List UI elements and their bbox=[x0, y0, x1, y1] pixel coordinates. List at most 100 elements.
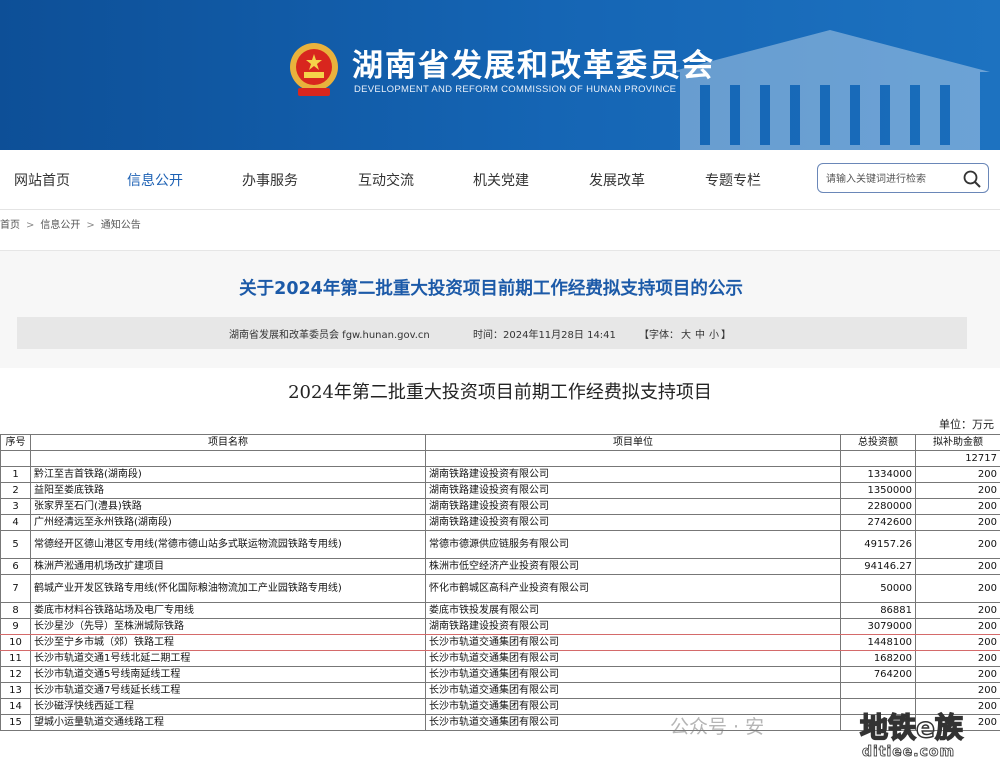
row-total-investment: 94146.27 bbox=[841, 559, 916, 575]
table-row: 2益阳至娄底铁路湖南铁路建设投资有限公司1350000200 bbox=[1, 483, 1000, 499]
breadcrumb-home[interactable]: 首页 bbox=[0, 216, 20, 231]
nav-home[interactable]: 网站首页 bbox=[14, 170, 70, 190]
row-number: 12 bbox=[1, 667, 31, 683]
breadcrumb-notices[interactable]: 通知公告 bbox=[101, 216, 141, 231]
table-row: 15望城小运量轨道交通线路工程长沙市轨道交通集团有限公司200 bbox=[1, 715, 1000, 731]
row-subsidy: 200 bbox=[916, 635, 1000, 651]
table-row: 9长沙星沙（先导）至株洲城际铁路湖南铁路建设投资有限公司3079000200 bbox=[1, 619, 1000, 635]
search-icon[interactable] bbox=[962, 169, 982, 189]
project-table: 序号 项目名称 项目单位 总投资额 拟补助金额 12717 1黔江至吉首铁路(湖… bbox=[0, 434, 1000, 731]
total-subsidy: 12717 bbox=[916, 451, 1000, 467]
row-total-investment: 1350000 bbox=[841, 483, 916, 499]
header-banner: 湖南省发展和改革委员会 DEVELOPMENT AND REFORM COMMI… bbox=[0, 0, 1000, 150]
site-subtitle: DEVELOPMENT AND REFORM COMMISSION OF HUN… bbox=[354, 84, 676, 95]
row-project-name: 株洲芦淞通用机场改扩建项目 bbox=[31, 559, 426, 575]
row-total-investment bbox=[841, 683, 916, 699]
row-project-name: 张家界至石门(澧县)铁路 bbox=[31, 499, 426, 515]
row-subsidy: 200 bbox=[916, 483, 1000, 499]
row-total-investment: 1334000 bbox=[841, 467, 916, 483]
row-total-investment: 86881 bbox=[841, 603, 916, 619]
row-number: 4 bbox=[1, 515, 31, 531]
row-total-investment: 168200 bbox=[841, 651, 916, 667]
row-total-investment: 2742600 bbox=[841, 515, 916, 531]
row-project-unit: 湖南铁路建设投资有限公司 bbox=[426, 499, 841, 515]
row-project-name: 益阳至娄底铁路 bbox=[31, 483, 426, 499]
row-number: 6 bbox=[1, 559, 31, 575]
row-subsidy: 200 bbox=[916, 651, 1000, 667]
table-row: 4广州经清远至永州铁路(湖南段)湖南铁路建设投资有限公司2742600200 bbox=[1, 515, 1000, 531]
table-row: 13长沙市轨道交通7号线延长线工程长沙市轨道交通集团有限公司200 bbox=[1, 683, 1000, 699]
row-number: 9 bbox=[1, 619, 31, 635]
row-project-unit: 长沙市轨道交通集团有限公司 bbox=[426, 683, 841, 699]
row-project-name: 常德经开区德山港区专用线(常德市德山站多式联运物流园铁路专用线) bbox=[31, 531, 426, 559]
breadcrumb: 首页>信息公开>通知公告 bbox=[0, 216, 141, 234]
unit-label: 单位：万元 bbox=[939, 416, 994, 432]
row-project-unit: 长沙市轨道交通集团有限公司 bbox=[426, 699, 841, 715]
row-number: 10 bbox=[1, 635, 31, 651]
row-project-name: 鹤城产业开发区铁路专用线(怀化国际粮油物流加工产业园铁路专用线) bbox=[31, 575, 426, 603]
article-title: 关于2024年第二批重大投资项目前期工作经费拟支持项目的公示 bbox=[0, 275, 982, 300]
nav-development-reform[interactable]: 发展改革 bbox=[589, 170, 645, 190]
search-input[interactable] bbox=[826, 170, 956, 188]
row-number: 11 bbox=[1, 651, 31, 667]
column-header-total-investment: 总投资额 bbox=[841, 435, 916, 451]
row-project-name: 长沙市轨道交通5号线南延线工程 bbox=[31, 667, 426, 683]
nav-party-building[interactable]: 机关党建 bbox=[473, 170, 529, 190]
row-number: 13 bbox=[1, 683, 31, 699]
table-row: 10长沙至宁乡市城（郊）铁路工程长沙市轨道交通集团有限公司1448100200 bbox=[1, 635, 1000, 651]
total-row-cell bbox=[31, 451, 426, 467]
row-subsidy: 200 bbox=[916, 515, 1000, 531]
table-row: 1黔江至吉首铁路(湖南段)湖南铁路建设投资有限公司1334000200 bbox=[1, 467, 1000, 483]
ditiee-logo-watermark: 地铁e族 ditiee.com bbox=[852, 706, 996, 764]
row-number: 3 bbox=[1, 499, 31, 515]
search-box bbox=[817, 163, 989, 193]
row-project-name: 广州经清远至永州铁路(湖南段) bbox=[31, 515, 426, 531]
site-title: 湖南省发展和改革委员会 bbox=[352, 40, 715, 85]
row-project-unit: 常德市德源供应链服务有限公司 bbox=[426, 531, 841, 559]
row-project-unit: 娄底市铁投发展有限公司 bbox=[426, 603, 841, 619]
column-header-project-unit: 项目单位 bbox=[426, 435, 841, 451]
wechat-watermark: 公众号 · 安 bbox=[670, 712, 764, 739]
row-total-investment: 1448100 bbox=[841, 635, 916, 651]
table-row: 6株洲芦淞通用机场改扩建项目株洲市低空经济产业投资有限公司94146.27200 bbox=[1, 559, 1000, 575]
row-project-unit: 株洲市低空经济产业投资有限公司 bbox=[426, 559, 841, 575]
nav-services[interactable]: 办事服务 bbox=[242, 170, 298, 190]
row-subsidy: 200 bbox=[916, 559, 1000, 575]
total-row-cell bbox=[841, 451, 916, 467]
row-number: 1 bbox=[1, 467, 31, 483]
row-number: 14 bbox=[1, 699, 31, 715]
row-subsidy: 200 bbox=[916, 575, 1000, 603]
document-image: 2024年第二批重大投资项目前期工作经费拟支持项目 单位：万元 序号 项目名称 … bbox=[0, 368, 1000, 769]
font-size-large-button[interactable]: 大 bbox=[681, 330, 691, 341]
row-subsidy: 200 bbox=[916, 603, 1000, 619]
font-size-medium-button[interactable]: 中 bbox=[695, 330, 705, 341]
nav-interaction[interactable]: 互动交流 bbox=[358, 170, 414, 190]
logo-url: ditiee.com bbox=[862, 744, 955, 760]
font-size-label: 【字体： bbox=[639, 330, 679, 341]
column-header-subsidy: 拟补助金额 bbox=[916, 435, 1000, 451]
row-subsidy: 200 bbox=[916, 667, 1000, 683]
table-row: 14长沙磁浮快线西延工程长沙市轨道交通集团有限公司200 bbox=[1, 699, 1000, 715]
nav-special-topics[interactable]: 专题专栏 bbox=[705, 170, 761, 190]
row-subsidy: 200 bbox=[916, 619, 1000, 635]
nav-info-disclosure[interactable]: 信息公开 bbox=[127, 170, 183, 190]
row-number: 5 bbox=[1, 531, 31, 559]
article-source: 湖南省发展和改革委员会 fgw.hunan.gov.cn bbox=[229, 326, 430, 341]
breadcrumb-info-disclosure[interactable]: 信息公开 bbox=[40, 216, 80, 231]
row-total-investment: 764200 bbox=[841, 667, 916, 683]
row-project-name: 黔江至吉首铁路(湖南段) bbox=[31, 467, 426, 483]
font-size-small-button[interactable]: 小 bbox=[709, 330, 719, 341]
row-project-unit: 长沙市轨道交通集团有限公司 bbox=[426, 635, 841, 651]
table-row: 3张家界至石门(澧县)铁路湖南铁路建设投资有限公司2280000200 bbox=[1, 499, 1000, 515]
article-meta-bar: 湖南省发展和改革委员会 fgw.hunan.gov.cn 时间：2024年11月… bbox=[17, 317, 967, 349]
row-project-name: 长沙市轨道交通1号线北延二期工程 bbox=[31, 651, 426, 667]
row-project-unit: 长沙市轨道交通集团有限公司 bbox=[426, 715, 841, 731]
row-subsidy: 200 bbox=[916, 499, 1000, 515]
table-row: 7鹤城产业开发区铁路专用线(怀化国际粮油物流加工产业园铁路专用线)怀化市鹤城区高… bbox=[1, 575, 1000, 603]
logo-text: 地铁e族 bbox=[860, 706, 963, 746]
row-number: 2 bbox=[1, 483, 31, 499]
row-project-unit: 湖南铁路建设投资有限公司 bbox=[426, 467, 841, 483]
row-total-investment: 2280000 bbox=[841, 499, 916, 515]
row-project-unit: 湖南铁路建设投资有限公司 bbox=[426, 515, 841, 531]
breadcrumb-separator: > bbox=[86, 220, 94, 231]
